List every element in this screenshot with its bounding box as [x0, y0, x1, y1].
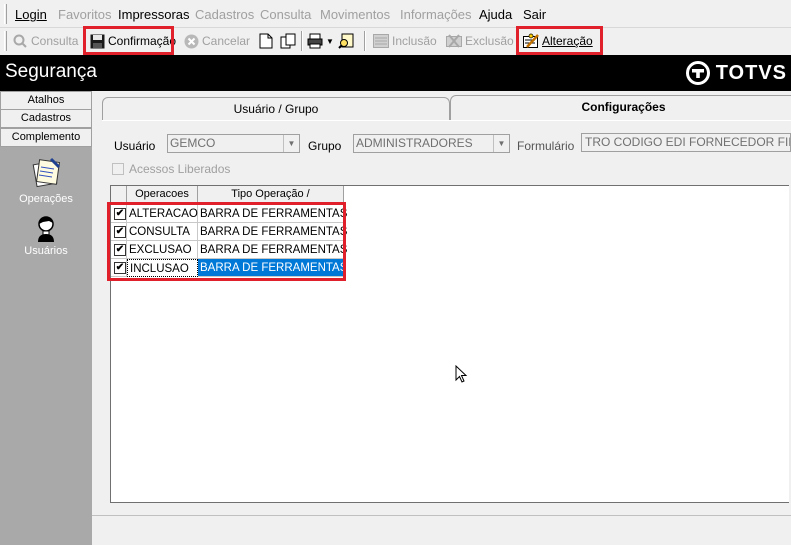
menu-informacoes[interactable]: Informações — [400, 7, 472, 22]
usuario-select[interactable]: GEMCO ▼ — [167, 134, 300, 153]
formulario-field[interactable]: TRO CODIGO EDI FORNECEDOR FILIAL — [581, 133, 791, 152]
new-document-button[interactable] — [258, 30, 274, 52]
status-strip — [92, 515, 791, 545]
sidebar-tab-cadastros[interactable]: Cadastros — [0, 109, 92, 128]
usuario-label: Usuário — [114, 139, 156, 153]
highlight-alteracao — [516, 26, 603, 55]
menu-login[interactable]: Login — [15, 7, 47, 22]
preview-zoom-icon — [338, 33, 354, 49]
sidebar-item-operacoes[interactable]: Operações — [0, 155, 92, 205]
add-record-icon — [373, 33, 389, 49]
search-gear-icon — [12, 33, 28, 49]
toolbar-separator — [301, 31, 303, 51]
chevron-down-icon[interactable]: ▼ — [283, 135, 299, 152]
sidebar-item-label: Usuários — [24, 245, 68, 257]
grupo-select[interactable]: ADMINISTRADORES ▼ — [353, 134, 510, 153]
window-title: Segurança — [5, 61, 97, 82]
toolbar-grip — [4, 31, 7, 51]
acessos-liberados-checkbox[interactable] — [112, 163, 124, 175]
grupo-label: Grupo — [308, 139, 342, 153]
totvs-logo-text: TOTVS — [715, 61, 787, 84]
delete-record-icon — [446, 33, 462, 49]
preview-button[interactable] — [338, 30, 354, 52]
exclusao-label: Exclusão — [465, 34, 514, 48]
exclusao-button[interactable]: Exclusão — [446, 30, 514, 52]
menu-cadastros[interactable]: Cadastros — [195, 7, 254, 22]
toolbar-separator — [364, 31, 366, 51]
menu-bar: Login Favoritos Impressoras Cadastros Co… — [0, 0, 791, 28]
sidebar-tab-complemento[interactable]: Complemento — [0, 128, 92, 147]
users-icon — [0, 215, 92, 243]
mouse-pointer-icon — [455, 365, 468, 383]
highlight-confirmacao — [83, 26, 174, 55]
totvs-logo-icon — [685, 61, 710, 85]
tab-divider — [102, 120, 791, 121]
main-panel: Usuário / Grupo Configurações Usuário GE… — [92, 91, 791, 545]
print-button[interactable]: ▼ — [307, 30, 334, 52]
menu-sair[interactable]: Sair — [523, 7, 546, 22]
operations-icon — [0, 155, 92, 189]
menu-movimentos[interactable]: Movimentos — [320, 7, 390, 22]
menu-consulta[interactable]: Consulta — [260, 7, 311, 22]
sidebar-item-usuarios[interactable]: Usuários — [0, 215, 92, 257]
inclusao-label: Inclusão — [392, 34, 437, 48]
consulta-label: Consulta — [31, 34, 79, 48]
window-title-bar: Segurança TOTVS — [0, 55, 791, 91]
sidebar: Atalhos Cadastros Complemento Operações — [0, 91, 92, 545]
menu-ajuda[interactable]: Ajuda — [479, 7, 512, 22]
copy-document-icon — [280, 33, 296, 49]
highlight-grid-rows — [107, 202, 346, 281]
consulta-button[interactable]: Consulta — [12, 30, 78, 52]
sidebar-tab-atalhos[interactable]: Atalhos — [0, 91, 92, 110]
printer-icon — [307, 33, 323, 49]
copy-document-button[interactable] — [280, 30, 296, 52]
cancel-icon — [183, 33, 199, 49]
chevron-down-icon[interactable]: ▼ — [493, 135, 509, 152]
menu-impressoras[interactable]: Impressoras — [118, 7, 190, 22]
cancelar-button[interactable]: Cancelar — [183, 30, 250, 52]
grupo-value: ADMINISTRADORES — [356, 136, 473, 150]
cancelar-label: Cancelar — [202, 34, 251, 48]
sidebar-item-label: Operações — [19, 193, 73, 205]
inclusao-button[interactable]: Inclusão — [373, 30, 437, 52]
new-document-icon — [258, 33, 274, 49]
usuario-value: GEMCO — [170, 136, 216, 150]
acessos-liberados-label: Acessos Liberados — [129, 162, 231, 176]
tab-usuario-grupo[interactable]: Usuário / Grupo — [102, 97, 450, 121]
tab-configuracoes[interactable]: Configurações — [450, 95, 791, 121]
menu-grip — [4, 4, 7, 24]
formulario-label: Formulário — [517, 139, 575, 153]
totvs-logo: TOTVS — [685, 60, 787, 86]
menu-favoritos[interactable]: Favoritos — [58, 7, 111, 22]
print-dropdown-icon[interactable]: ▼ — [326, 37, 334, 46]
